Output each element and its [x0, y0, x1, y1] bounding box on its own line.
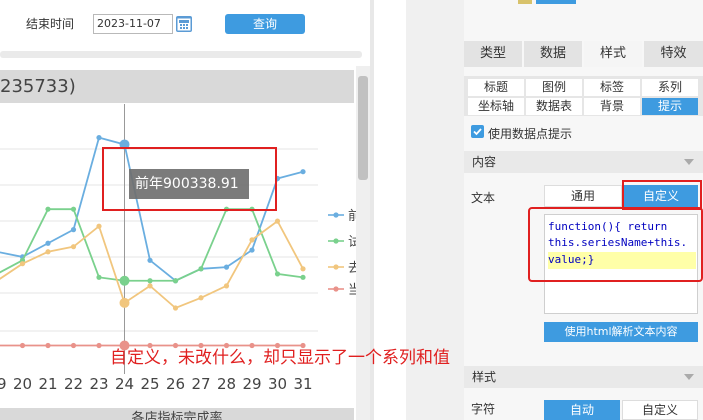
x-tick-label: 26 [166, 375, 185, 393]
bottom-caption-bar: 各店指标完成率 [0, 408, 354, 420]
data-point[interactable] [45, 206, 51, 212]
data-point[interactable] [198, 266, 204, 272]
tab-style[interactable]: 样式 [584, 41, 642, 67]
legend-marker [333, 238, 339, 244]
data-point[interactable] [19, 261, 26, 267]
use-tooltip-label: 使用数据点提示 [488, 127, 573, 141]
data-point[interactable] [172, 278, 179, 284]
legend-marker [333, 264, 339, 270]
code-highlight-box [528, 207, 703, 282]
style-section-title: 样式 [472, 370, 497, 384]
subtab-label[interactable]: 标签 [584, 79, 640, 96]
toolbar-icon[interactable] [518, 0, 532, 4]
checkmark-icon [473, 128, 482, 136]
data-point[interactable] [300, 266, 306, 272]
legend-label[interactable]: 试 [348, 235, 356, 250]
calendar-icon[interactable] [176, 16, 192, 32]
data-point[interactable] [96, 223, 102, 229]
chart-title-bar: 235733) [0, 70, 354, 103]
data-point[interactable] [223, 283, 230, 289]
x-tick-label: 20 [13, 375, 32, 393]
subtab-title[interactable]: 标题 [468, 79, 524, 96]
legend-marker [333, 212, 339, 218]
data-point[interactable] [249, 237, 255, 243]
chevron-down-icon[interactable] [684, 374, 694, 380]
subtab-legend[interactable]: 图例 [526, 79, 582, 96]
legend-label[interactable]: 当 [348, 283, 356, 298]
subtab-tooltip[interactable]: 提示 [642, 98, 698, 115]
horizontal-scrollbar[interactable] [0, 51, 362, 58]
x-tick-label: 19 [0, 375, 7, 393]
query-toolbar: 结束时间 2023-11-07 查询 [0, 0, 372, 48]
x-tick-label: 27 [191, 375, 210, 393]
general-button[interactable]: 通用 [544, 185, 622, 207]
data-point[interactable] [249, 247, 255, 253]
content-section-header[interactable]: 内容 [464, 151, 703, 173]
text-label: 文本 [471, 191, 496, 205]
data-point[interactable] [70, 227, 77, 233]
end-date-field[interactable]: 2023-11-07 [93, 14, 173, 34]
legend-label[interactable]: 前 [348, 208, 356, 224]
tab-type[interactable]: 类型 [464, 41, 522, 67]
chevron-down-icon[interactable] [684, 159, 694, 165]
html-parse-button[interactable]: 使用html解析文本内容 [544, 322, 698, 342]
scrollbar-thumb[interactable] [358, 76, 368, 180]
data-point[interactable] [274, 218, 281, 224]
data-point[interactable] [70, 244, 77, 250]
data-point[interactable] [300, 274, 306, 280]
legend-marker [333, 286, 339, 292]
data-point[interactable] [198, 295, 204, 301]
subtab-background[interactable]: 背景 [584, 98, 640, 115]
data-point[interactable] [147, 257, 153, 263]
x-tick-label: 31 [293, 375, 312, 393]
data-point[interactable] [119, 297, 130, 308]
custom-button-highlight [622, 180, 702, 210]
data-point[interactable] [70, 206, 77, 212]
data-point[interactable] [45, 342, 51, 349]
x-tick-label: 30 [268, 375, 287, 393]
query-button[interactable]: 查询 [225, 14, 305, 34]
data-point[interactable] [223, 264, 230, 270]
data-point[interactable] [147, 278, 153, 284]
content-section-title: 内容 [472, 155, 497, 169]
data-point[interactable] [45, 249, 51, 255]
x-tick-label: 28 [217, 375, 236, 393]
data-point[interactable] [19, 342, 26, 349]
use-tooltip-checkbox[interactable] [471, 125, 484, 138]
toolbar-icon-blue[interactable] [536, 0, 576, 4]
style-section-header[interactable]: 样式 [464, 366, 703, 388]
data-point[interactable] [300, 169, 306, 175]
x-tick-label: 22 [64, 375, 83, 393]
auto-button[interactable]: 自动 [544, 400, 620, 420]
data-point[interactable] [119, 275, 130, 286]
subtab-datatable[interactable]: 数据表 [526, 98, 582, 115]
tooltip-highlight-box [102, 147, 277, 211]
bottom-caption: 各店指标完成率 [131, 411, 223, 420]
x-tick-label: 21 [38, 375, 57, 393]
font-label: 字符 [471, 402, 496, 416]
tab-data[interactable]: 数据 [524, 41, 582, 67]
data-point[interactable] [147, 283, 153, 289]
data-point[interactable] [172, 305, 179, 311]
subtab-axis[interactable]: 坐标轴 [468, 98, 524, 115]
x-tick-label: 29 [242, 375, 261, 393]
x-tick-label: 23 [89, 375, 108, 393]
data-point[interactable] [96, 342, 102, 349]
data-point[interactable] [70, 342, 77, 349]
data-point[interactable] [274, 271, 281, 277]
data-point[interactable] [96, 274, 102, 280]
data-point[interactable] [96, 135, 102, 141]
legend-label[interactable]: 去 [348, 261, 356, 276]
chart-title: 235733) [0, 76, 76, 97]
custom-font-button[interactable]: 自定义 [622, 400, 698, 420]
annotation-text: 自定义，未改什么，却只显示了一个系列和值 [110, 348, 450, 368]
tab-effects[interactable]: 特效 [644, 41, 703, 67]
subtab-series[interactable]: 系列 [642, 79, 698, 96]
x-tick-label: 24 [115, 375, 134, 393]
data-point[interactable] [45, 240, 51, 246]
end-time-label: 结束时间 [26, 17, 75, 31]
x-tick-label: 25 [140, 375, 159, 393]
